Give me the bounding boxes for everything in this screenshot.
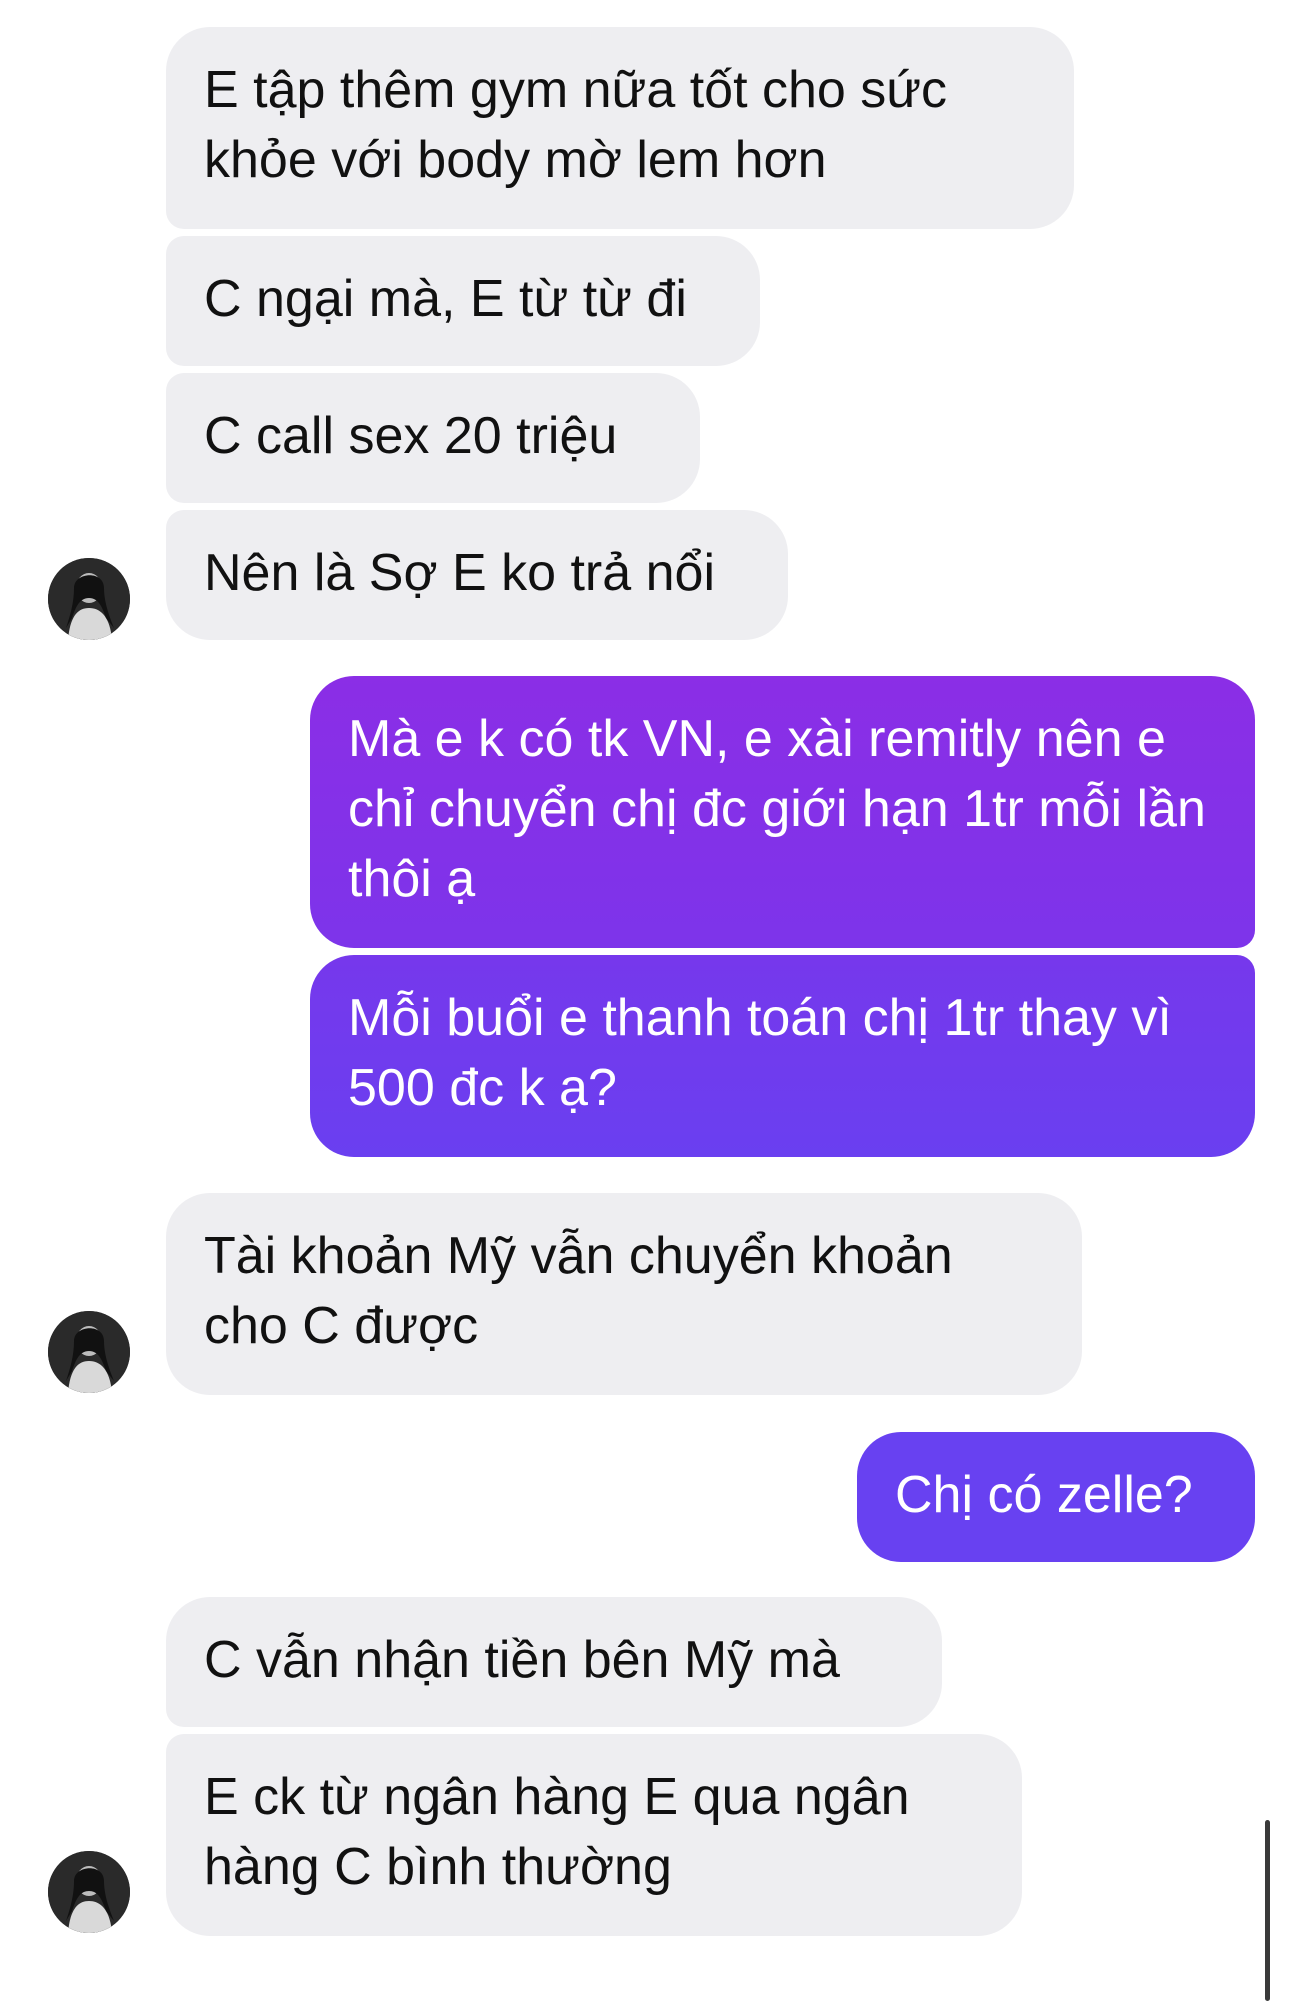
contact-avatar[interactable]: [48, 1311, 130, 1393]
conversation-view[interactable]: E tập thêm gym nữa tốt cho sức khỏe với …: [0, 0, 1290, 2001]
incoming-message[interactable]: E ck từ ngân hàng E qua ngân hàng C bình…: [166, 1734, 1022, 1936]
incoming-message[interactable]: C call sex 20 triệu: [166, 373, 700, 503]
outgoing-message[interactable]: Mỗi buổi e thanh toán chị 1tr thay vì 50…: [310, 955, 1255, 1157]
scrollbar[interactable]: [1265, 1820, 1270, 2001]
avatar-photo-icon: [48, 1851, 130, 1933]
incoming-message[interactable]: E tập thêm gym nữa tốt cho sức khỏe với …: [166, 27, 1074, 229]
contact-avatar[interactable]: [48, 1851, 130, 1933]
incoming-message[interactable]: C vẫn nhận tiền bên Mỹ mà: [166, 1597, 942, 1727]
outgoing-message[interactable]: Chị có zelle?: [857, 1432, 1255, 1562]
avatar-photo-icon: [48, 558, 130, 640]
incoming-message[interactable]: Nên là Sợ E ko trả nổi: [166, 510, 788, 640]
incoming-message[interactable]: Tài khoản Mỹ vẫn chuyển khoản cho C được: [166, 1193, 1082, 1395]
contact-avatar[interactable]: [48, 558, 130, 640]
outgoing-message[interactable]: Mà e k có tk VN, e xài remitly nên e chỉ…: [310, 676, 1255, 948]
incoming-message[interactable]: C ngại mà, E từ từ đi: [166, 236, 760, 366]
avatar-photo-icon: [48, 1311, 130, 1393]
